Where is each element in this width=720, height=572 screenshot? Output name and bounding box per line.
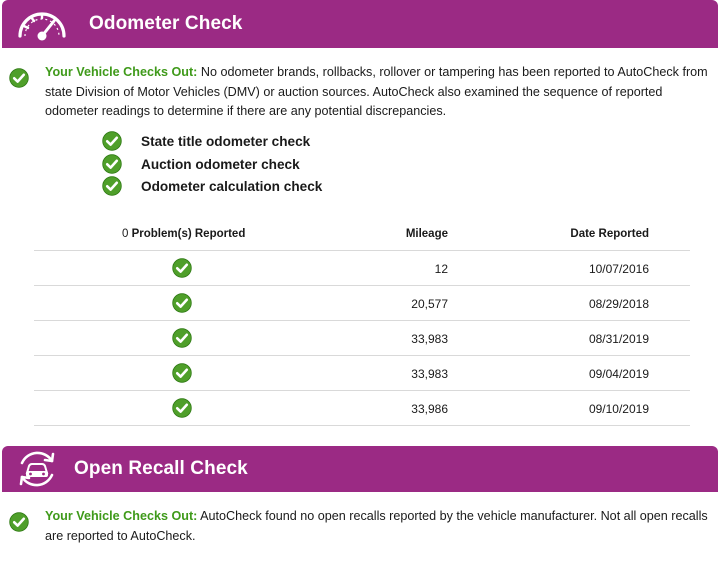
mileage-cell: 33,983 — [411, 367, 448, 381]
check-list-label: Odometer calculation check — [141, 178, 323, 194]
check-circle-icon — [172, 328, 192, 348]
date-cell: 08/31/2019 — [588, 332, 649, 346]
check-list-item: Odometer calculation check — [102, 176, 322, 196]
recall-status-text: Your Vehicle Checks Out: AutoCheck found… — [45, 507, 715, 546]
check-circle-icon — [102, 176, 122, 196]
table-row: 12 10/07/2016 — [34, 251, 690, 286]
speedometer-icon — [18, 12, 66, 41]
mileage-cell: 12 — [434, 262, 448, 276]
table-row: 33,983 08/31/2019 — [34, 321, 690, 356]
odometer-status-label: Your Vehicle Checks Out: — [45, 65, 198, 79]
table-row: 20,577 08/29/2018 — [34, 286, 690, 321]
mileage-cell: 20,577 — [411, 297, 448, 311]
mileage-cell: 33,986 — [411, 402, 448, 416]
problems-header-label: Problem(s) Reported — [131, 228, 246, 240]
problems-header: 0 Problem(s) Reported — [122, 228, 245, 240]
mileage-header: Mileage — [405, 228, 448, 240]
car-recall-icon — [19, 451, 55, 487]
date-header: Date Reported — [570, 228, 649, 240]
check-circle-icon — [102, 131, 122, 151]
check-circle-icon — [172, 258, 192, 278]
table-header: 0 Problem(s) Reported Mileage Date Repor… — [34, 222, 690, 251]
check-circle-icon — [172, 363, 192, 383]
odometer-status-text: Your Vehicle Checks Out: No odometer bra… — [45, 63, 715, 122]
odometer-check-banner: Odometer Check — [2, 0, 718, 48]
check-circle-icon — [9, 68, 29, 88]
check-list-label: Auction odometer check — [141, 156, 300, 172]
open-recall-check-title: Open Recall Check — [74, 458, 248, 479]
mileage-cell: 33,983 — [411, 332, 448, 346]
date-cell: 08/29/2018 — [588, 297, 649, 311]
date-cell: 10/07/2016 — [588, 262, 649, 276]
table-row: 33,986 09/10/2019 — [34, 391, 690, 426]
odometer-check-title: Odometer Check — [89, 13, 243, 34]
check-circle-icon — [102, 154, 122, 174]
open-recall-check-banner: Open Recall Check — [2, 446, 718, 492]
check-circle-icon — [172, 398, 192, 418]
check-circle-icon — [172, 293, 192, 313]
table-row: 33,983 09/04/2019 — [34, 356, 690, 391]
check-list-item: Auction odometer check — [102, 154, 300, 174]
problem-count: 0 — [122, 228, 129, 240]
check-list-item: State title odometer check — [102, 131, 310, 151]
check-circle-icon — [9, 512, 29, 532]
date-cell: 09/10/2019 — [588, 402, 649, 416]
date-cell: 09/04/2019 — [588, 367, 649, 381]
check-list-label: State title odometer check — [141, 133, 311, 149]
odometer-readings-table: 0 Problem(s) Reported Mileage Date Repor… — [34, 222, 690, 426]
recall-status-label: Your Vehicle Checks Out: — [45, 509, 198, 523]
